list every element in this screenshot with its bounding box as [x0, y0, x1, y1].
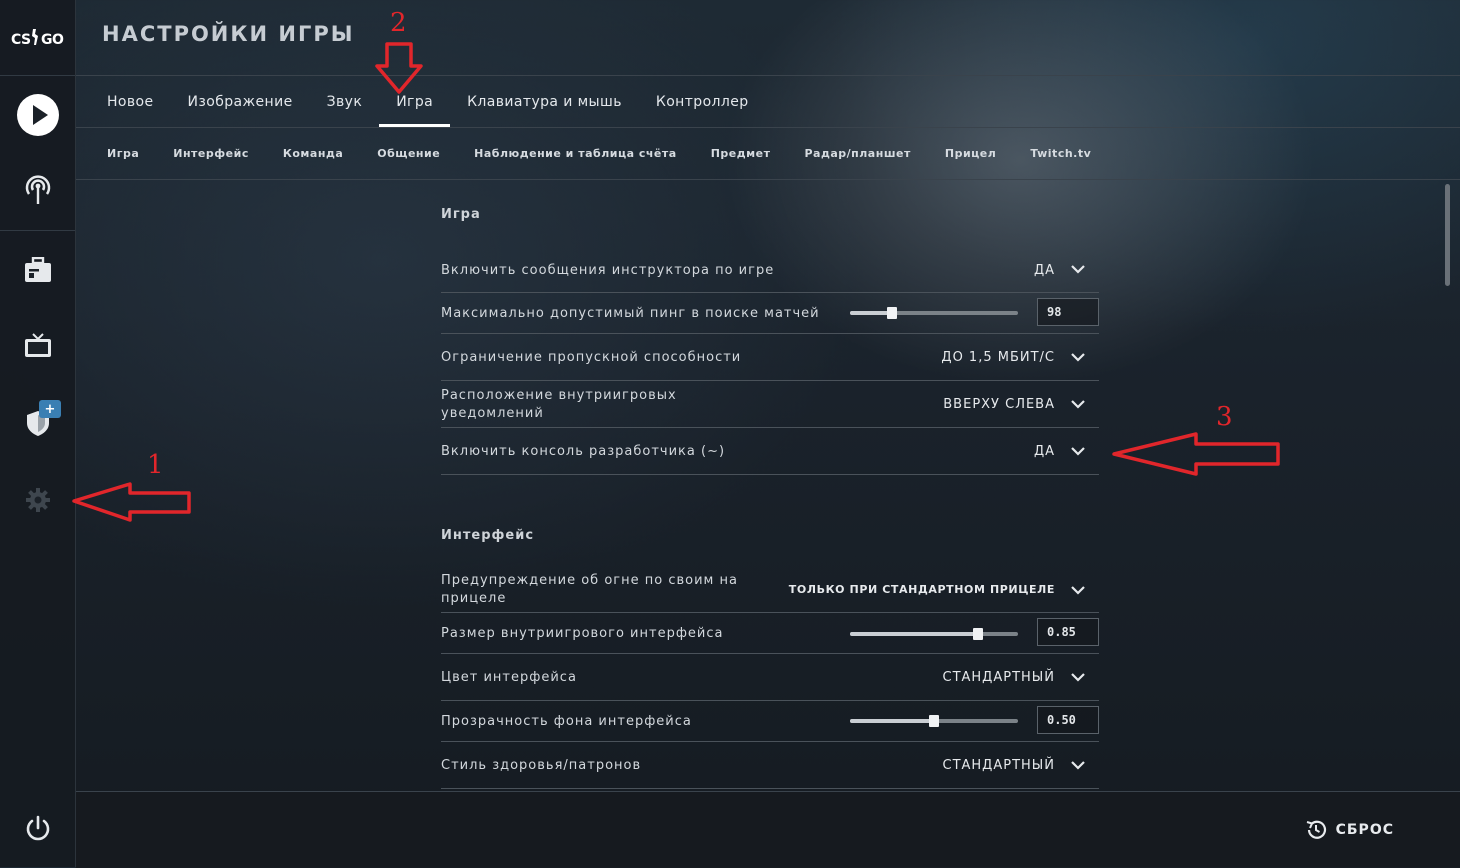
annotation-label-3: 3: [1216, 402, 1233, 432]
annotation-label-2: 2: [390, 8, 407, 38]
annotation-label-1: 1: [147, 450, 164, 480]
annotation-arrow-2: [375, 42, 423, 94]
annotation-arrow-1: [72, 482, 191, 522]
annotation-overlay: [72, 42, 1280, 522]
annotation-arrow-3: [1112, 432, 1280, 476]
